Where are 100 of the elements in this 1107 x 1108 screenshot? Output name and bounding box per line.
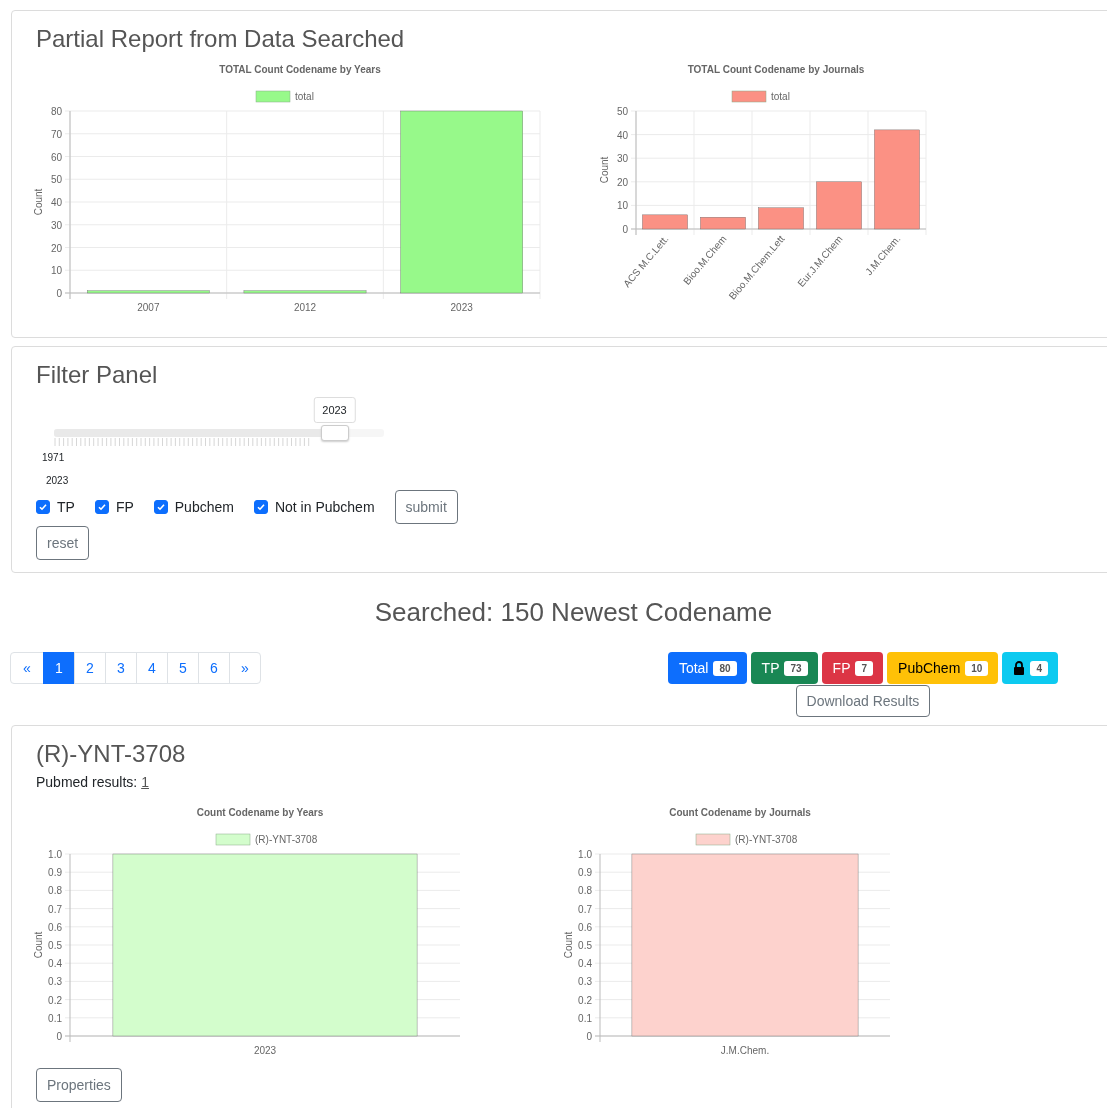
axis-tick-label: 2023 <box>450 302 473 313</box>
axis-tick-label: 0.2 <box>578 994 592 1006</box>
pubmed-link[interactable]: 1 <box>141 774 149 790</box>
checkbox-label: Not in Pubchem <box>274 499 375 515</box>
axis-title: Count <box>33 931 44 959</box>
checkbox[interactable] <box>36 500 50 514</box>
checkbox-label: TP <box>57 499 75 515</box>
axis-tick-label: 20 <box>50 242 62 254</box>
slider-tooltip: 2023 <box>313 397 356 423</box>
card-title: Partial Report from Data Searched <box>36 25 406 53</box>
axis-tick-label: 1.0 <box>48 849 62 860</box>
legend-label: total <box>771 91 790 102</box>
chart-title: TOTAL Count Codename by Years <box>219 64 381 75</box>
axis-tick-label: 0.2 <box>48 994 62 1006</box>
axis-tick-label: 10 <box>50 265 62 277</box>
axis-tick-label: 0.5 <box>578 940 592 951</box>
axis-tick-label: 50 <box>616 106 628 117</box>
axis-tick-label: 0.3 <box>48 976 62 988</box>
checkbox[interactable] <box>153 500 168 514</box>
legend-label: total <box>295 91 314 102</box>
bar <box>816 181 862 230</box>
chart-title: Count Codename by Years <box>196 807 324 818</box>
axis-tick-label: 0.9 <box>48 867 62 879</box>
bar <box>758 207 804 230</box>
legend-label: (R)-YNT-3708 <box>735 834 798 845</box>
axis-tick-label: 70 <box>50 128 62 140</box>
properties-button[interactable]: Properties <box>36 1068 122 1102</box>
page-link[interactable]: 4 <box>136 652 168 684</box>
axis-tick-label: 60 <box>50 151 62 163</box>
axis-tick-label: 10 <box>616 200 628 212</box>
slider-max-label: 2023 <box>46 475 70 486</box>
axis-tick-label: 0.7 <box>578 903 592 915</box>
axis-tick-label: 40 <box>616 129 628 141</box>
axis-title: Count <box>563 931 574 959</box>
axis-tick-label: 0.5 <box>48 940 62 951</box>
card-title: (R)-YNT-3708 <box>36 740 187 768</box>
checkbox[interactable] <box>94 500 109 514</box>
axis-tick-label: 1.0 <box>578 849 592 860</box>
download-button[interactable]: Download Results <box>795 685 931 717</box>
axis-tick-label: 0.7 <box>48 903 62 915</box>
legend-swatch <box>255 90 291 103</box>
slider-min-label: 1971 <box>42 452 66 463</box>
axis-tick-label: 50 <box>50 174 62 186</box>
axis-tick-label: 0 <box>586 1031 592 1042</box>
check-icon <box>255 502 266 512</box>
lock-icon <box>1013 661 1026 675</box>
count-button[interactable]: PubChem 10 <box>887 652 999 684</box>
checkbox-label: FP <box>115 499 134 515</box>
page-link[interactable]: 2 <box>74 652 106 684</box>
chart-title: TOTAL Count Codename by Journals <box>687 64 865 75</box>
checkbox-label: Pubchem <box>174 499 234 515</box>
page-link[interactable]: 5 <box>167 652 199 684</box>
legend-label: (R)-YNT-3708 <box>255 834 318 845</box>
axis-tick-label: 0.4 <box>48 958 62 970</box>
axis-title: Count <box>599 156 610 184</box>
axis-tick-label: 0 <box>56 1031 62 1042</box>
legend-swatch <box>215 833 251 846</box>
axis-tick-label: 0 <box>56 288 62 299</box>
bar <box>642 214 688 230</box>
results-heading: Searched: 150 Newest Codename <box>373 597 774 628</box>
axis-tick-label: 2007 <box>137 302 160 313</box>
count-button[interactable]: TP 73 <box>750 652 818 684</box>
axis-tick-label: 0.8 <box>578 885 592 897</box>
axis-tick-label: 0.9 <box>578 867 592 879</box>
page-link[interactable]: 1 <box>43 652 75 684</box>
axis-tick-label: 0.1 <box>48 1012 62 1024</box>
check-icon <box>38 502 48 512</box>
axis-tick-label: 80 <box>50 106 62 117</box>
checkbox[interactable] <box>253 500 268 514</box>
submit-button[interactable]: submit <box>394 490 458 524</box>
axis-tick-label: 2023 <box>253 1045 277 1056</box>
check-icon <box>96 502 107 512</box>
slider-handle[interactable] <box>320 425 349 441</box>
count-button[interactable]: FP 7 <box>821 652 884 684</box>
axis-tick-label: 20 <box>616 176 628 188</box>
check-icon <box>155 502 166 512</box>
axis-tick-label: 0.1 <box>578 1012 592 1024</box>
count-button[interactable]: Total 80 <box>667 652 747 684</box>
axis-tick-label: 30 <box>50 219 62 231</box>
count-button[interactable]: 4 <box>1002 652 1058 684</box>
axis-tick-label: 0.6 <box>578 921 592 933</box>
chart-title: Count Codename by Journals <box>669 807 811 818</box>
axis-tick-label: 0 <box>622 224 628 235</box>
page-link[interactable]: 6 <box>198 652 230 684</box>
page-link[interactable]: » <box>229 652 261 684</box>
axis-tick-label: 0.4 <box>578 958 592 970</box>
pubmed-label: Pubmed results: <box>36 774 138 790</box>
legend-swatch <box>695 833 731 846</box>
axis-tick-label: 0.8 <box>48 885 62 897</box>
reset-button[interactable]: reset <box>36 526 90 560</box>
bar <box>700 217 746 230</box>
page-link[interactable]: 3 <box>105 652 137 684</box>
axis-tick-label: 2012 <box>293 302 317 313</box>
axis-tick-label: 40 <box>50 197 62 208</box>
axis-tick-label: 30 <box>616 153 628 165</box>
axis-title: Count <box>33 188 44 216</box>
axis-tick-label: 0.3 <box>578 976 592 988</box>
card-title: Filter Panel <box>36 361 159 389</box>
legend-swatch <box>731 90 767 103</box>
axis-tick-label: 0.6 <box>48 921 62 933</box>
